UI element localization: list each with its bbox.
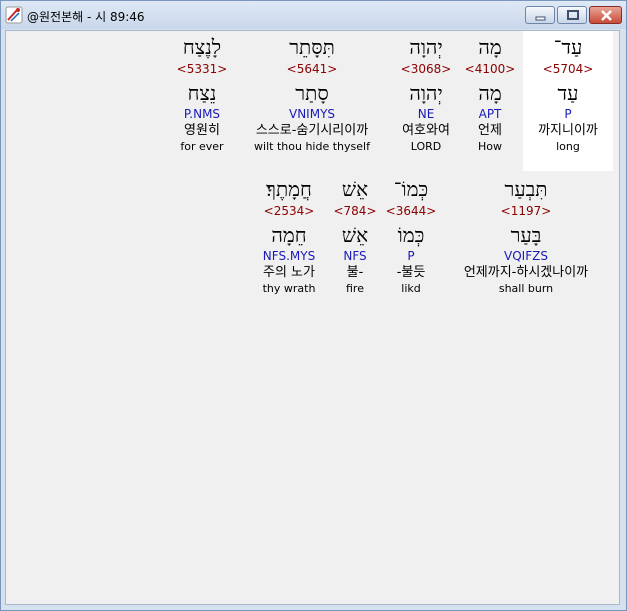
interlinear-view: עַד־ <5704> עַד P 까지니이까 long מָה <4100> … <box>5 30 620 605</box>
word-lanetsach[interactable]: לָנֶצַח <5331> נֵצַח P.NMS 영원히 for ever <box>170 35 234 154</box>
hebrew-word: מָה <box>478 35 502 59</box>
strong-number[interactable]: <784> <box>332 204 378 218</box>
english-gloss: wilt thou hide thyself <box>254 140 370 153</box>
lexeme: סָתַר <box>295 81 329 105</box>
maximize-icon <box>567 10 579 20</box>
english-gloss: for ever <box>180 140 224 153</box>
english-gloss: How <box>478 140 502 153</box>
app-icon <box>5 6 23 24</box>
close-button[interactable] <box>589 6 622 24</box>
korean-gloss: 까지니이까 <box>538 123 598 138</box>
lexeme: חֵמָה <box>271 223 307 247</box>
word-ad[interactable]: עַד־ <5704> עַד P 까지니이까 long <box>523 31 613 171</box>
word-mah[interactable]: מָה <4100> מָה APT 언제 How <box>461 35 519 154</box>
morphology[interactable]: P <box>523 107 613 121</box>
english-gloss: long <box>556 140 580 153</box>
minimize-icon <box>535 16 546 21</box>
strong-number[interactable]: <5641> <box>238 62 386 76</box>
english-gloss: likd <box>401 282 421 295</box>
korean-gloss: 스스로-숨기시리이까 <box>255 123 369 138</box>
hebrew-word: יְהוָה <box>409 35 443 59</box>
strong-number[interactable]: <2534> <box>250 204 328 218</box>
english-gloss: thy wrath <box>262 282 316 295</box>
hebrew-word: תִּסָּתֵר <box>289 35 335 59</box>
english-gloss: shall burn <box>498 282 554 295</box>
korean-gloss: 주의 노가 <box>263 265 315 280</box>
lexeme: יְהוָה <box>409 81 443 105</box>
maximize-button[interactable] <box>557 6 587 24</box>
word-tissater[interactable]: תִּסָּתֵר <5641> סָתַר VNIMYS 스스로-숨기시리이까… <box>238 35 386 154</box>
word-chamatekha[interactable]: חֲמָתֶךָ׃ <2534> חֵמָה NFS.MYS 주의 노가 thy… <box>250 177 328 296</box>
morphology[interactable]: NFS <box>332 249 378 263</box>
morphology[interactable]: NE <box>390 107 462 121</box>
app-window: @원전본해 - 시 89:46 עַד־ <5704> עַד P 까지니이까 … <box>0 0 627 611</box>
strong-number[interactable]: <3644> <box>382 204 440 218</box>
word-tivar[interactable]: תִּבְעַר <1197> בָּעַר VQIFZS 언제까지-하시겠나이… <box>446 177 606 296</box>
english-gloss: fire <box>346 282 364 295</box>
morphology[interactable]: VNIMYS <box>238 107 386 121</box>
strong-number[interactable]: <1197> <box>446 204 606 218</box>
morphology[interactable]: NFS.MYS <box>250 249 328 263</box>
morphology[interactable]: P.NMS <box>170 107 234 121</box>
korean-gloss: -불듯 <box>396 265 426 280</box>
lexeme: מָה <box>478 81 502 105</box>
lexeme: אֵשׁ <box>341 223 369 247</box>
lexeme: עַד <box>557 81 579 105</box>
morphology[interactable]: VQIFZS <box>446 249 606 263</box>
lexeme: נֵצַח <box>187 81 217 105</box>
hebrew-word: לָנֶצַח <box>182 35 222 59</box>
hebrew-word: כְּמוֹ־ <box>393 177 429 201</box>
korean-gloss: 언제 <box>478 123 502 138</box>
window-title: @원전본해 - 시 89:46 <box>27 10 145 24</box>
title-bar[interactable]: @원전본해 - 시 89:46 <box>1 1 626 29</box>
hebrew-word: אֵשׁ <box>341 177 369 201</box>
morphology[interactable]: APT <box>461 107 519 121</box>
hebrew-word: חֲמָתֶךָ׃ <box>266 177 312 201</box>
korean-gloss: 영원히 <box>184 123 220 138</box>
hebrew-word: תִּבְעַר <box>504 177 548 201</box>
word-yhwh[interactable]: יְהוָה <3068> יְהוָה NE 여호와여 LORD <box>390 35 462 154</box>
strong-number[interactable]: <4100> <box>461 62 519 76</box>
strong-number[interactable]: <3068> <box>390 62 462 76</box>
korean-gloss: 불- <box>346 265 364 280</box>
korean-gloss: 언제까지-하시겠나이까 <box>463 265 589 280</box>
lexeme: בָּעַר <box>510 223 542 247</box>
strong-number[interactable]: <5704> <box>523 62 613 76</box>
korean-gloss: 여호와여 <box>402 123 450 138</box>
morphology[interactable]: P <box>382 249 440 263</box>
word-esh[interactable]: אֵשׁ <784> אֵשׁ NFS 불- fire <box>332 177 378 296</box>
close-icon <box>601 10 612 21</box>
strong-number[interactable]: <5331> <box>170 62 234 76</box>
minimize-button[interactable] <box>525 6 555 24</box>
lexeme: כְּמוֹ <box>397 223 425 247</box>
english-gloss: LORD <box>410 140 442 153</box>
hebrew-word: עַד־ <box>553 35 583 59</box>
word-kemo[interactable]: כְּמוֹ־ <3644> כְּמוֹ P -불듯 likd <box>382 177 440 296</box>
